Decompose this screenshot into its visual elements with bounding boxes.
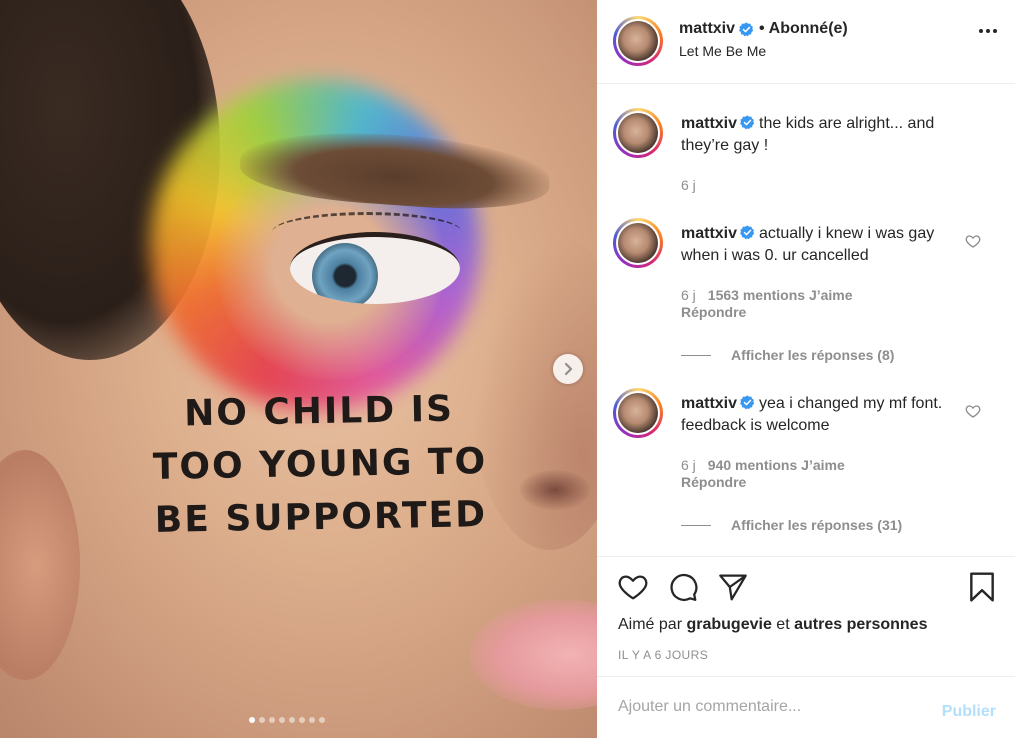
liked-by-prefix: Aimé par xyxy=(618,616,683,633)
reply-button[interactable]: Répondre xyxy=(681,304,746,320)
face-writing-line: TOO YOUNG TO xyxy=(152,441,488,488)
divider-line xyxy=(681,354,711,356)
face-writing: NO CHILD IS TOO YOUNG TO BE SUPPORTED xyxy=(149,382,492,547)
verified-badge-icon xyxy=(740,115,755,130)
comment-likes[interactable]: 1563 mentions J’aime xyxy=(708,287,853,303)
verified-badge-icon xyxy=(740,225,755,240)
avatar[interactable] xyxy=(613,16,663,66)
header-user: mattxiv • Abonné(e) xyxy=(679,20,848,38)
post-header: mattxiv • Abonné(e) Let Me Be Me xyxy=(597,0,1015,84)
lips xyxy=(470,600,597,710)
username-link[interactable]: mattxiv xyxy=(679,20,735,38)
location-link[interactable]: Let Me Be Me xyxy=(679,43,766,59)
liked-by-user[interactable]: grabugevie xyxy=(686,616,771,633)
iris xyxy=(312,243,378,304)
nostril xyxy=(520,470,590,510)
avatar-image xyxy=(618,393,658,433)
comments-list[interactable]: mattxiv the kids are alright... and they’… xyxy=(597,84,1015,556)
comment-body: mattxiv the kids are alright... and they’… xyxy=(681,113,951,157)
comment-like-heart-icon[interactable] xyxy=(965,233,981,249)
face-writing-line: BE SUPPORTED xyxy=(154,494,488,541)
more-options-icon[interactable] xyxy=(979,29,997,33)
add-comment-bar: Publier xyxy=(597,676,1015,738)
post-sidebar: mattxiv • Abonné(e) Let Me Be Me mattxiv… xyxy=(597,0,1015,738)
carousel-dot xyxy=(259,717,265,723)
carousel-dot xyxy=(279,717,285,723)
eye xyxy=(290,232,460,304)
comment-username[interactable]: mattxiv xyxy=(681,225,737,242)
carousel-next-button[interactable] xyxy=(553,354,583,384)
reply-button[interactable]: Répondre xyxy=(681,474,746,490)
carousel-indicators xyxy=(249,717,325,723)
liked-by-conjunction: et xyxy=(776,616,790,633)
verified-badge-icon xyxy=(739,21,754,37)
view-replies-button[interactable]: Afficher les réponses (8) xyxy=(681,347,894,363)
carousel-dot xyxy=(289,717,295,723)
post-timestamp[interactable]: IL Y A 6 JOURS xyxy=(618,648,708,662)
carousel-dot xyxy=(269,717,275,723)
comment-username[interactable]: mattxiv xyxy=(681,395,737,412)
ear xyxy=(0,450,80,680)
comment-like-heart-icon[interactable] xyxy=(965,403,981,419)
comment-time[interactable]: 6 j xyxy=(681,177,696,193)
comment-body: mattxiv actually i knew i was gay when i … xyxy=(681,223,951,267)
post-actions: Aimé par grabugevie et autres personnes … xyxy=(597,556,1015,676)
comment-meta: 6 j 1563 mentions J’aime xyxy=(681,286,853,304)
liked-by-text: Aimé par grabugevie et autres personnes xyxy=(618,616,927,634)
liked-by-others[interactable]: autres personnes xyxy=(794,616,927,633)
chevron-right-icon xyxy=(564,362,573,376)
comment-meta: 6 j xyxy=(681,176,696,194)
view-replies-label: Afficher les réponses (31) xyxy=(731,517,903,533)
divider-line xyxy=(681,524,711,526)
comment-input[interactable] xyxy=(618,695,918,719)
face-writing-line: NO CHILD IS xyxy=(183,388,455,435)
avatar[interactable] xyxy=(613,108,663,158)
comment-username[interactable]: mattxiv xyxy=(681,115,737,132)
avatar-image xyxy=(618,113,658,153)
view-replies-button[interactable]: Afficher les réponses (31) xyxy=(681,517,902,533)
carousel-dot xyxy=(299,717,305,723)
carousel-dot xyxy=(309,717,315,723)
like-heart-icon[interactable] xyxy=(617,571,649,603)
publish-button[interactable]: Publier xyxy=(942,703,996,721)
avatar-image xyxy=(618,223,658,263)
comment-time[interactable]: 6 j xyxy=(681,287,696,303)
post-media[interactable]: NO CHILD IS TOO YOUNG TO BE SUPPORTED xyxy=(0,0,597,738)
separator-dot: • xyxy=(759,20,765,37)
share-paper-plane-icon[interactable] xyxy=(717,571,749,603)
comment-bubble-icon[interactable] xyxy=(667,571,699,603)
comment-likes[interactable]: 940 mentions J’aime xyxy=(708,457,845,473)
avatar-image xyxy=(618,21,658,61)
comment-meta: 6 j 940 mentions J’aime xyxy=(681,456,845,474)
verified-badge-icon xyxy=(740,395,755,410)
follow-status-button[interactable]: Abonné(e) xyxy=(769,20,848,38)
comment-body: mattxiv yea i changed my mf font. feedbac… xyxy=(681,393,951,437)
save-bookmark-icon[interactable] xyxy=(967,571,997,603)
carousel-dot xyxy=(249,717,255,723)
comment-time[interactable]: 6 j xyxy=(681,457,696,473)
avatar[interactable] xyxy=(613,388,663,438)
view-replies-label: Afficher les réponses (8) xyxy=(731,347,895,363)
carousel-dot xyxy=(319,717,325,723)
avatar[interactable] xyxy=(613,218,663,268)
